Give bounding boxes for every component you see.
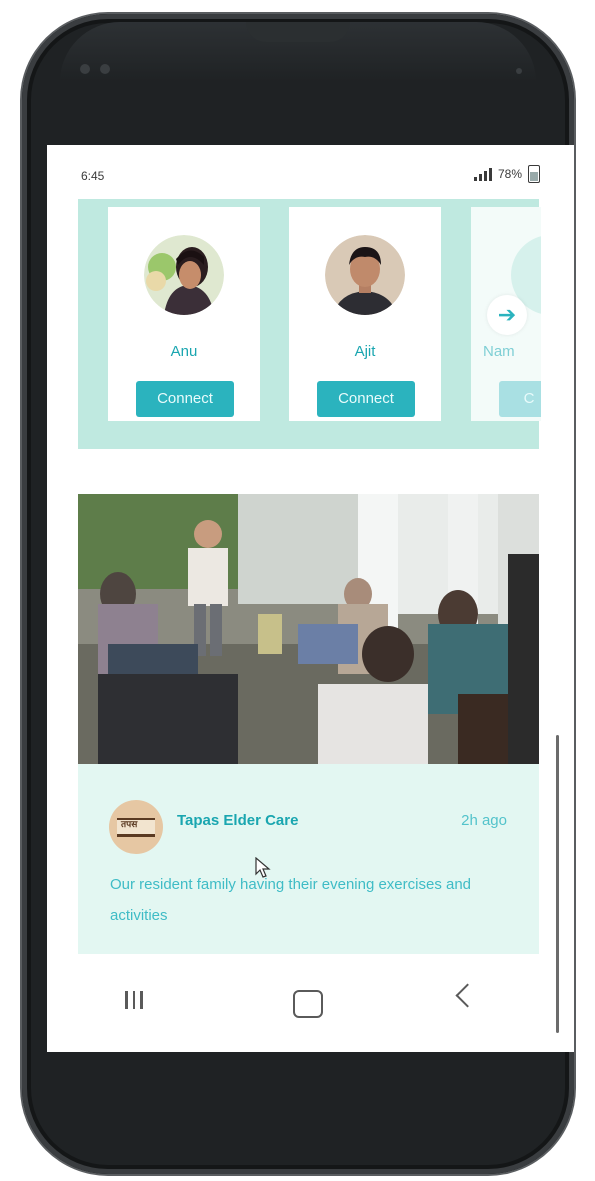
- status-bar: 6:45 78%: [47, 145, 574, 200]
- signal-icon: [473, 167, 492, 181]
- back-icon[interactable]: [455, 983, 480, 1008]
- recents-icon[interactable]: [125, 991, 143, 1009]
- scrollbar[interactable]: [556, 735, 559, 1033]
- arrow-right-icon[interactable]: ➔: [487, 295, 527, 335]
- mouse-cursor-icon: [255, 857, 271, 878]
- android-nav-bar: [47, 957, 574, 1052]
- connect-button[interactable]: C: [499, 381, 541, 417]
- avatar[interactable]: [144, 235, 224, 315]
- battery-icon: [528, 165, 540, 183]
- avatar[interactable]: [325, 235, 405, 315]
- phone-screen: 6:45 78% Anu Connect Ajit Connect ➔ Nam …: [47, 145, 574, 1052]
- people-suggestions[interactable]: Anu Connect Ajit Connect ➔ Nam C: [78, 199, 541, 449]
- phone-earpiece: [246, 22, 350, 42]
- home-icon[interactable]: [293, 990, 323, 1018]
- connect-button[interactable]: Connect: [317, 381, 415, 417]
- suggestion-name: Nam: [483, 343, 515, 360]
- battery-percent: 78%: [497, 167, 522, 181]
- suggestion-name: Anu: [170, 343, 198, 360]
- post-author[interactable]: Tapas Elder Care: [177, 812, 298, 829]
- organization-logo[interactable]: तपस: [109, 800, 163, 854]
- suggestion-card-partial[interactable]: ➔ Nam C: [471, 207, 541, 421]
- post-body: तपस Tapas Elder Care 2h ago Our resident…: [78, 764, 539, 954]
- post-time: 2h ago: [461, 812, 507, 829]
- front-camera: [516, 68, 522, 74]
- suggestion-card-anu[interactable]: Anu Connect: [108, 207, 260, 421]
- status-time: 6:45: [81, 169, 105, 183]
- post-caption: Our resident family having their evening…: [110, 876, 472, 924]
- connect-button[interactable]: Connect: [136, 381, 234, 417]
- suggestion-card-ajit[interactable]: Ajit Connect: [289, 207, 441, 421]
- post-photo[interactable]: [78, 494, 539, 764]
- phone-sensor: [80, 64, 90, 74]
- phone-sensor: [100, 64, 110, 74]
- suggestion-name: Ajit: [354, 343, 376, 360]
